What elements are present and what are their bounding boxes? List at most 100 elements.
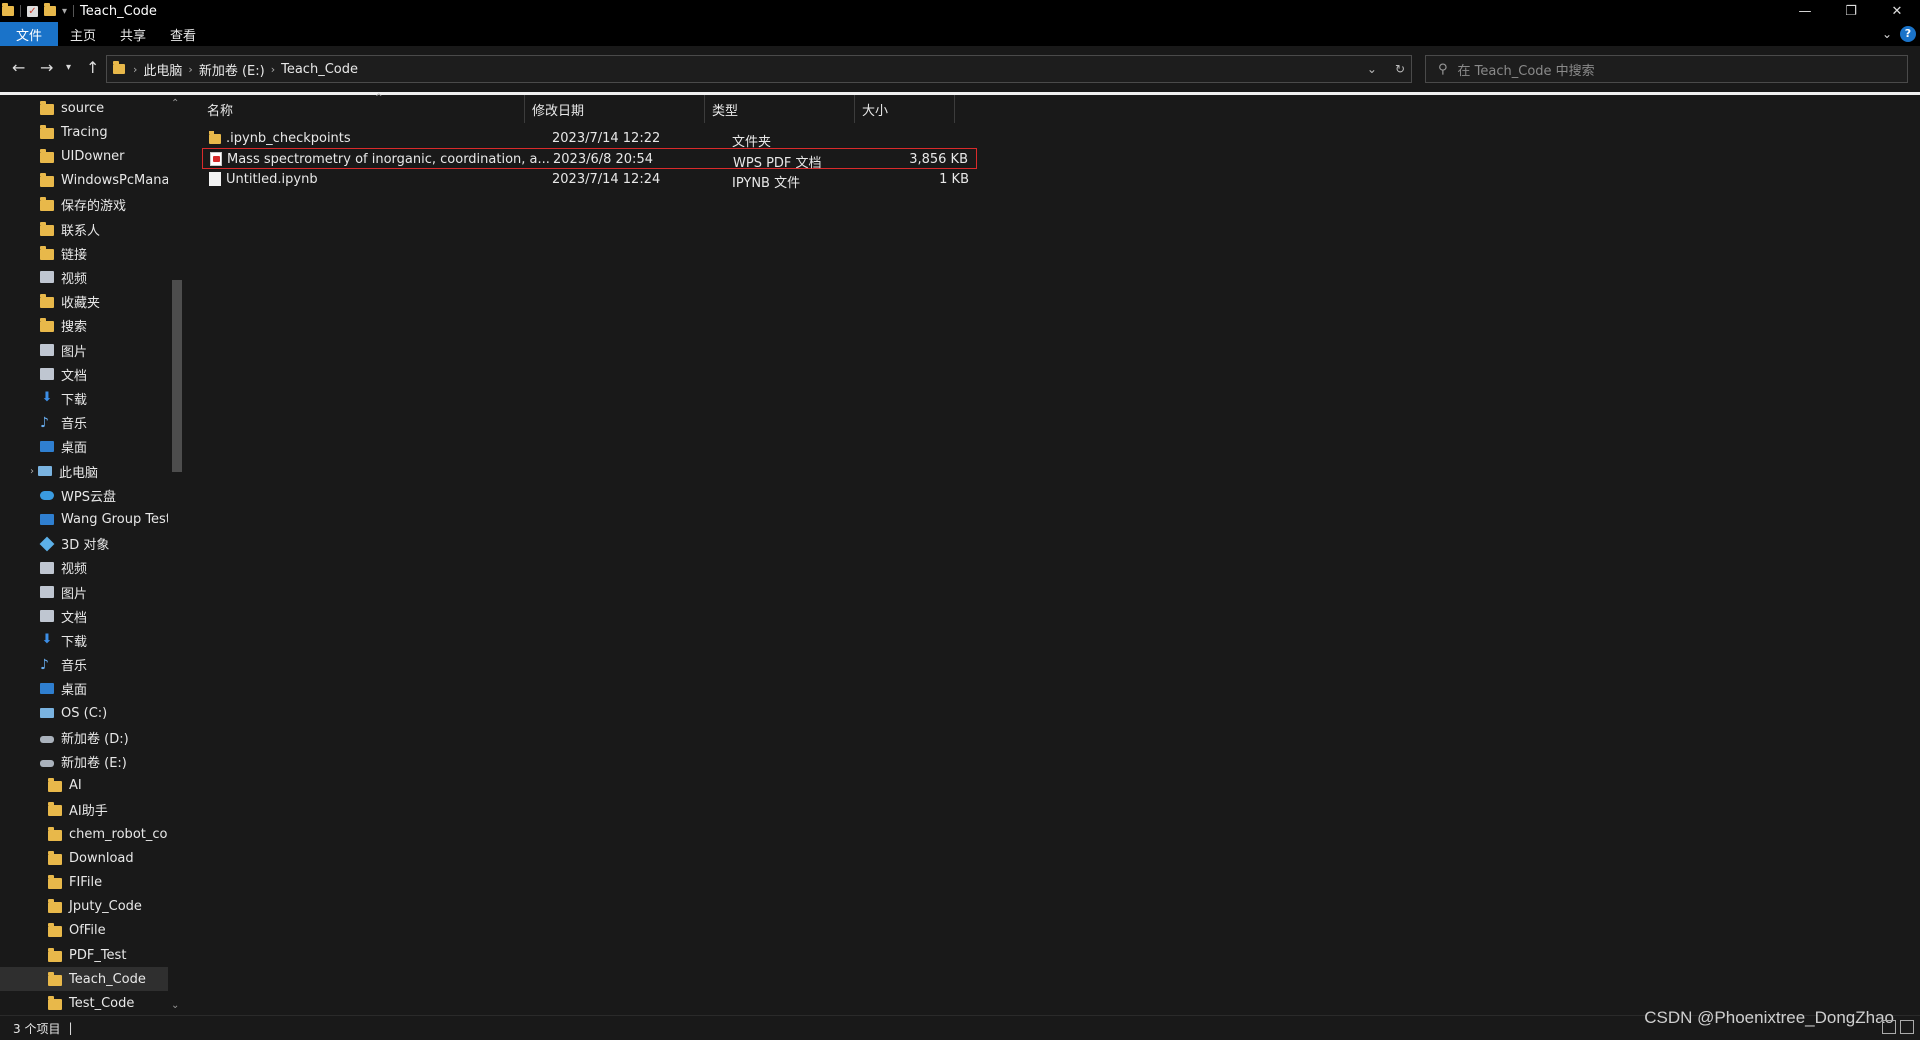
address-actions: ⌄ ↻ — [1367, 56, 1405, 82]
refresh-icon[interactable]: ↻ — [1395, 62, 1405, 76]
folder-icon — [2, 3, 14, 16]
search-input[interactable]: ⚲ 在 Teach_Code 中搜索 — [1425, 55, 1908, 83]
sidebar-item[interactable]: Jputy_Code — [0, 895, 168, 919]
sidebar-item-label: 文档 — [61, 610, 88, 626]
scroll-down-icon[interactable]: ⌄ — [171, 1000, 179, 1011]
customize-toolbar-icon[interactable]: ▾ — [62, 6, 67, 17]
drive-icon — [40, 735, 54, 743]
sidebar-item[interactable]: 3D 对象 — [0, 532, 168, 556]
sidebar-item-label: 文档 — [61, 368, 88, 384]
sidebar-item[interactable]: 联系人 — [0, 217, 168, 241]
file-row-selected[interactable]: Mass spectrometry of inorganic, coordina… — [202, 148, 977, 171]
details-view-icon[interactable] — [1882, 1020, 1896, 1034]
sidebar-item[interactable]: 新加卷 (D:) — [0, 725, 168, 749]
scroll-up-icon[interactable]: ⌃ — [171, 98, 179, 109]
sidebar-scroll-thumb[interactable] — [172, 280, 182, 472]
sidebar-item[interactable]: WindowsPcManag — [0, 169, 168, 193]
download-icon: ⬇ — [41, 632, 53, 648]
sidebar-item-label: 视频 — [61, 562, 88, 578]
sidebar-item[interactable]: chem_robot_code — [0, 822, 168, 846]
sidebar-item[interactable]: WPS云盘 — [0, 483, 168, 507]
large-icons-view-icon[interactable] — [1900, 1020, 1914, 1034]
sidebar-item[interactable]: AI助手 — [0, 798, 168, 822]
sidebar-item-label: AI — [69, 778, 82, 794]
tab-share[interactable]: 共享 — [108, 22, 158, 46]
minimize-icon[interactable]: — — [1782, 0, 1828, 22]
expand-icon[interactable]: › — [26, 466, 38, 477]
sidebar-item[interactable]: 文档 — [0, 362, 168, 386]
breadcrumb-this-pc[interactable]: 此电脑 — [143, 60, 182, 79]
expand-ribbon-icon[interactable]: ⌄ — [1882, 27, 1892, 41]
sidebar-item[interactable]: ⬇ 下载 — [0, 628, 168, 652]
close-icon[interactable]: ✕ — [1874, 0, 1920, 22]
sidebar-item[interactable]: ⬇ 下载 — [0, 386, 168, 410]
up-icon[interactable]: ↑ — [86, 58, 99, 77]
column-header-name[interactable]: 名称 ^ — [200, 93, 525, 123]
properties-icon[interactable]: ✓ — [27, 5, 38, 17]
sidebar-item[interactable]: ♪ 音乐 — [0, 653, 168, 677]
sidebar-item-label: 联系人 — [61, 223, 101, 239]
sidebar-item-label: 新加卷 (D:) — [61, 731, 129, 747]
recent-locations-icon[interactable]: ▾ — [66, 62, 71, 73]
sidebar-item[interactable]: 桌面 — [0, 677, 168, 701]
help-icon[interactable]: ? — [1900, 26, 1916, 42]
sidebar-item[interactable]: UIDowner — [0, 144, 168, 168]
breadcrumb-teach-code[interactable]: Teach_Code — [281, 62, 358, 77]
tab-view[interactable]: 查看 — [158, 22, 208, 46]
tab-home[interactable]: 主页 — [58, 22, 108, 46]
sidebar-item[interactable]: source — [0, 96, 168, 120]
sidebar-item[interactable]: 链接 — [0, 241, 168, 265]
sidebar-item-label: Test_Code — [69, 995, 135, 1011]
sidebar-item[interactable]: 图片 — [0, 338, 168, 362]
column-header-size[interactable]: 大小 — [855, 95, 955, 123]
column-header-date[interactable]: 修改日期 — [525, 95, 705, 123]
sidebar-item[interactable]: AI — [0, 774, 168, 798]
sidebar-item[interactable]: PDF_Test — [0, 943, 168, 967]
desktop-icon — [40, 441, 54, 453]
sidebar-item[interactable]: 收藏夹 — [0, 290, 168, 314]
sidebar-item[interactable]: OfFile — [0, 919, 168, 943]
sidebar-item[interactable]: Wang Group Test — [0, 507, 168, 531]
sidebar-item[interactable]: 视频 — [0, 265, 168, 289]
sidebar-scrollbar[interactable] — [168, 95, 185, 1015]
file-row[interactable]: .ipynb_checkpoints 2023/7/14 12:22 文件夹 — [202, 128, 977, 150]
sidebar-item[interactable]: 图片 — [0, 580, 168, 604]
new-folder-icon[interactable] — [44, 3, 56, 16]
sidebar-item[interactable]: FIFile — [0, 870, 168, 894]
chevron-right-icon[interactable]: › — [133, 63, 137, 76]
back-icon[interactable]: ← — [12, 58, 25, 77]
folder-icon — [113, 61, 125, 74]
forward-icon[interactable]: → — [40, 58, 53, 77]
sidebar-item[interactable]: 视频 — [0, 556, 168, 580]
sidebar-item[interactable]: 新加卷 (E:) — [0, 749, 168, 773]
column-header-type[interactable]: 类型 — [705, 95, 855, 123]
sidebar-item[interactable]: 文档 — [0, 604, 168, 628]
breadcrumb-drive-e[interactable]: 新加卷 (E:) — [199, 60, 265, 79]
tab-file[interactable]: 文件 — [0, 22, 59, 46]
file-row[interactable]: Untitled.ipynb 2023/7/14 12:24 IPYNB 文件 … — [202, 169, 977, 191]
sidebar-item[interactable]: OS (C:) — [0, 701, 168, 725]
sidebar-item[interactable]: Tracing — [0, 120, 168, 144]
sidebar-item[interactable]: Teach_Code — [0, 967, 168, 992]
wps-cloud-icon — [40, 490, 54, 500]
sidebar-item[interactable]: ♪ 音乐 — [0, 411, 168, 435]
sidebar-item-label: WPS云盘 — [61, 489, 116, 505]
chevron-right-icon[interactable]: › — [188, 63, 192, 76]
sidebar-item-label: 音乐 — [61, 659, 88, 675]
sidebar-item-label: chem_robot_code — [69, 826, 168, 842]
sidebar-item[interactable]: Test_Code — [0, 991, 168, 1015]
sidebar-item[interactable]: 搜索 — [0, 314, 168, 338]
chevron-right-icon[interactable]: › — [271, 63, 275, 76]
3d-objects-icon — [39, 536, 55, 552]
folder-icon — [48, 995, 62, 1010]
address-dropdown-icon[interactable]: ⌄ — [1367, 62, 1377, 76]
sidebar-item-label: WindowsPcManag — [61, 173, 168, 189]
sidebar-item[interactable]: 桌面 — [0, 435, 168, 459]
address-bar[interactable]: › 此电脑 › 新加卷 (E:) › Teach_Code ⌄ ↻ — [106, 55, 1412, 83]
sidebar-item[interactable]: › 此电脑 — [0, 459, 168, 483]
sidebar-item[interactable]: Download — [0, 846, 168, 870]
sidebar-item[interactable]: 保存的游戏 — [0, 193, 168, 217]
sidebar-item-label: 新加卷 (E:) — [61, 755, 127, 771]
address-row: ← → ▾ ↑ › 此电脑 › 新加卷 (E:) › Teach_Code ⌄ … — [0, 46, 1920, 92]
restore-icon[interactable]: ❐ — [1828, 0, 1874, 22]
